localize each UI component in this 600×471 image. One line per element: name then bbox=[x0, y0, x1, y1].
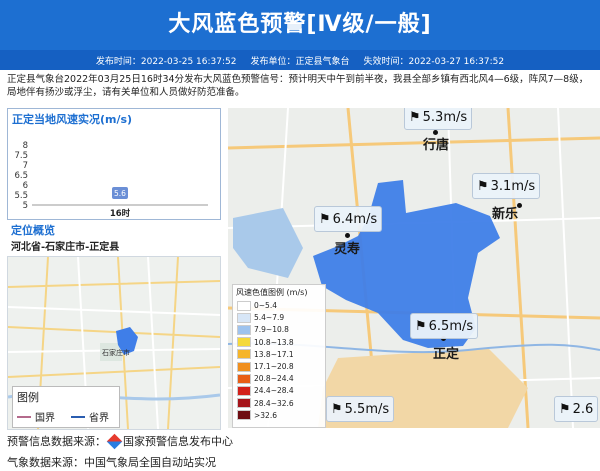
minimap-city: 石家庄市 bbox=[102, 348, 130, 357]
wind-legend-swatch bbox=[237, 373, 251, 384]
legend-province-border: 省界 bbox=[71, 409, 109, 424]
station-value: 2.6 bbox=[572, 401, 594, 417]
wind-legend-item: 5.4~7.9 bbox=[237, 312, 285, 323]
wind-legend-item: 28.4~32.6 bbox=[237, 398, 294, 409]
warning-source-name[interactable]: 国家预警信息发布中心 bbox=[123, 433, 233, 449]
wind-flag-icon: ⚑ bbox=[477, 178, 489, 194]
wind-flag-icon: ⚑ bbox=[409, 109, 421, 125]
y-tick-label: 7.5 bbox=[14, 151, 28, 161]
warning-description: 正定县气象台2022年03月25日16时34分发布大风蓝色预警信号：预计明天中午… bbox=[7, 74, 589, 98]
station-value: 5.5m/s bbox=[344, 401, 390, 417]
wind-data-label: 5.6 bbox=[114, 189, 126, 198]
wind-speed-chart: 87.576.565.55 5.6 16时 bbox=[14, 141, 208, 219]
city-xinle: 新乐 bbox=[492, 207, 519, 222]
wind-legend-item: 20.8~24.4 bbox=[237, 373, 294, 384]
station-badge[interactable]: ⚑ 5.5m/s bbox=[326, 396, 395, 422]
station-value: 5.3m/s bbox=[422, 109, 468, 125]
station-badge[interactable]: ⚑ 3.1m/s bbox=[472, 173, 541, 199]
warning-source-line: 预警信息数据来源： 国家预警信息发布中心 bbox=[7, 433, 233, 449]
x-tick-label: 16时 bbox=[110, 208, 131, 219]
city-xingtang: 行唐 bbox=[423, 138, 450, 153]
wind-legend-swatch bbox=[237, 410, 251, 421]
y-tick-label: 5 bbox=[23, 201, 28, 211]
city-lingshou: 灵寿 bbox=[334, 242, 361, 257]
wind-legend-label: 5.4~7.9 bbox=[254, 313, 285, 323]
y-tick-label: 6.5 bbox=[14, 171, 28, 181]
expire-time: 失效时间：2022-03-27 16:37:52 bbox=[363, 56, 505, 67]
wind-legend-swatch bbox=[237, 337, 251, 348]
station-badge[interactable]: ⚑ 5.3m/s bbox=[404, 108, 473, 130]
warning-title: 大风蓝色预警[Ⅳ级/一般] bbox=[168, 12, 432, 37]
wind-flag-icon: ⚑ bbox=[415, 318, 427, 334]
province-border-swatch bbox=[71, 415, 85, 418]
wind-legend-item: 10.8~13.8 bbox=[237, 337, 294, 348]
station-badge[interactable]: ⚑ 6.4m/s bbox=[314, 206, 383, 232]
wind-legend-item: 17.1~20.8 bbox=[237, 361, 294, 372]
wind-flag-icon: ⚑ bbox=[319, 211, 331, 227]
wind-flag-icon: ⚑ bbox=[331, 401, 343, 417]
wind-legend-label: 28.4~32.6 bbox=[254, 398, 294, 408]
wind-legend-swatch bbox=[237, 385, 251, 396]
warning-header: 大风蓝色预警[Ⅳ级/一般] bbox=[0, 0, 600, 50]
publisher: 发布单位：正定县气象台 bbox=[250, 56, 350, 67]
publish-time: 发布时间：2022-03-25 16:37:52 bbox=[95, 56, 237, 67]
wind-legend-label: 20.8~24.4 bbox=[254, 374, 294, 384]
wind-legend-label: 17.1~20.8 bbox=[254, 362, 294, 371]
warning-source-label: 预警信息数据来源： bbox=[7, 435, 106, 448]
minimap-legend-title: 图例 bbox=[17, 391, 39, 404]
wind-legend-label: 7.9~10.8 bbox=[254, 325, 289, 335]
national-border-label: 国界 bbox=[35, 413, 55, 424]
station-value: 6.5m/s bbox=[428, 318, 474, 334]
y-tick-label: 7 bbox=[23, 161, 28, 171]
location-path: 河北省-石家庄市-正定县 bbox=[11, 242, 120, 253]
weather-source-line: 气象数据来源：中国气象局全国自动站实况 bbox=[7, 456, 216, 469]
warning-meta-bar: 发布时间：2022-03-25 16:37:52 发布单位：正定县气象台 失效时… bbox=[0, 50, 600, 70]
wind-legend-swatch bbox=[237, 312, 251, 323]
legend-national-border: 国界 bbox=[17, 409, 55, 424]
station-badge[interactable]: ⚑ 2.6 bbox=[554, 396, 599, 422]
wind-legend-label: 24.4~28.4 bbox=[254, 386, 294, 396]
national-border-swatch bbox=[17, 415, 31, 418]
wind-flag-icon: ⚑ bbox=[559, 401, 571, 417]
wind-legend-swatch bbox=[237, 300, 251, 311]
wind-speed-panel: 正定当地风速实况(m/s) 8 7.5 7 6.5 6 5.5 5 5.6 16时 bbox=[7, 108, 221, 220]
wind-legend-label: 10.8~13.8 bbox=[254, 337, 294, 347]
station-value: 6.4m/s bbox=[332, 211, 378, 227]
wind-legend-item: >32.6 bbox=[237, 410, 277, 421]
wind-legend-item: 24.4~28.4 bbox=[237, 385, 294, 396]
wind-legend-item: 0~5.4 bbox=[237, 300, 277, 311]
province-border-label: 省界 bbox=[89, 413, 109, 424]
y-tick-label: 5.5 bbox=[14, 191, 28, 201]
wind-color-legend: 风速色值图例 (m/s) 0~5.4 5.4~7.9 7.9~10.8 10.8~13… bbox=[232, 284, 326, 428]
wind-legend-label: 13.8~17.1 bbox=[254, 349, 294, 359]
city-zhengding: 正定 bbox=[433, 347, 460, 362]
wind-legend-swatch bbox=[237, 324, 251, 335]
station-badge[interactable]: ⚑ 6.5m/s bbox=[410, 313, 479, 339]
wind-legend-title: 风速色值图例 (m/s) bbox=[236, 288, 308, 297]
source-logo-icon bbox=[106, 433, 123, 449]
station-value: 3.1m/s bbox=[490, 178, 536, 194]
wind-legend-item: 13.8~17.1 bbox=[237, 349, 294, 360]
wind-legend-label: >32.6 bbox=[254, 410, 277, 420]
wind-legend-swatch bbox=[237, 361, 251, 372]
wind-legend-swatch bbox=[237, 349, 251, 360]
wind-legend-swatch bbox=[237, 398, 251, 409]
y-tick-label: 6 bbox=[23, 181, 28, 191]
minimap-legend: 图例 国界 省界 bbox=[12, 386, 120, 428]
location-title: 定位概览 bbox=[11, 224, 55, 237]
y-tick-label: 8 bbox=[23, 141, 28, 151]
wind-legend-item: 7.9~10.8 bbox=[237, 324, 289, 335]
wind-legend-label: 0~5.4 bbox=[254, 301, 277, 310]
